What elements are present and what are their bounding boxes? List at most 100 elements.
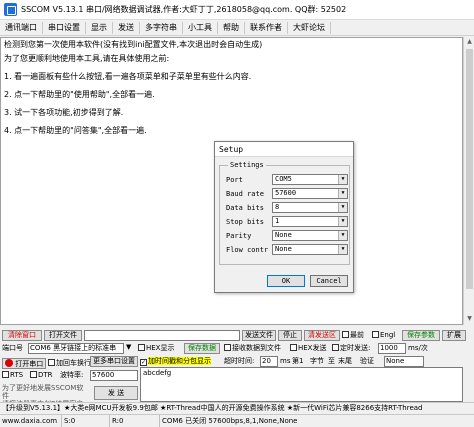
- checkbox[interactable]: [332, 344, 339, 351]
- app-icon: [4, 3, 17, 16]
- baud-label: 波特率:: [60, 371, 84, 379]
- timeout-input[interactable]: 20: [260, 356, 278, 367]
- port-status-led-icon: [5, 359, 13, 367]
- stop-bits-select[interactable]: 1 ▼: [272, 216, 348, 227]
- scroll-down-icon[interactable]: ▼: [466, 315, 473, 324]
- port-dropdown-icon[interactable]: ▼: [126, 343, 131, 352]
- menu-item-serial-settings[interactable]: 串口设置: [43, 21, 86, 34]
- save-params-label: 保存参数: [407, 331, 435, 339]
- menu-item-forum[interactable]: 大虾论坛: [288, 21, 331, 34]
- scroll-thumb[interactable]: [466, 49, 473, 289]
- dtr-checkbox[interactable]: DTR: [30, 371, 53, 380]
- setting-row-stop-bits: Stop bits 1 ▼: [226, 216, 348, 227]
- status-received-count: R:0: [110, 415, 160, 427]
- ok-button[interactable]: OK: [267, 275, 305, 287]
- stop-button[interactable]: 停止: [278, 330, 302, 341]
- timeout-label: 超时时间:: [224, 357, 255, 365]
- checkbox[interactable]: [48, 359, 55, 366]
- dialog-title: Setup: [215, 142, 353, 157]
- send-text-area[interactable]: abcdefg: [140, 367, 463, 402]
- checkbox[interactable]: [290, 344, 297, 351]
- save-params-button[interactable]: 保存参数: [402, 330, 440, 341]
- checkbox[interactable]: [224, 344, 231, 351]
- open-port-button[interactable]: 打开串口: [2, 358, 46, 369]
- checkbox[interactable]: [138, 344, 145, 351]
- add-crlf-checkbox[interactable]: 加回车换行: [48, 359, 91, 368]
- baud-rate-input[interactable]: 57600: [90, 370, 138, 381]
- clear-send-button[interactable]: 清发送区: [304, 330, 340, 341]
- checkbox[interactable]: [2, 371, 9, 378]
- menu-item-comm-port[interactable]: 通讯端口: [0, 21, 43, 34]
- setting-label: Port: [226, 175, 243, 184]
- status-port-info: COM6 已关闭 57600bps,8,1,None,None: [162, 417, 298, 425]
- hex-send-checkbox[interactable]: HEX发送: [290, 344, 326, 353]
- port-select[interactable]: COM5 ▼: [272, 174, 348, 185]
- chevron-down-icon[interactable]: ▼: [338, 189, 347, 198]
- checkbox[interactable]: [342, 331, 349, 338]
- title-bar: SSCOM V5.13.1 串口/网络数据调试器,作者:大虾丁丁,2618058…: [0, 0, 474, 20]
- save-data-label: 保存数据: [188, 344, 216, 352]
- expand-button[interactable]: 扩展: [442, 330, 466, 341]
- menu-item-send[interactable]: 发送: [113, 21, 140, 34]
- menu-item-tools[interactable]: 小工具: [183, 21, 218, 34]
- send-button[interactable]: 发 送: [94, 386, 138, 400]
- recv-to-file-checkbox[interactable]: 接收数据到文件: [224, 344, 281, 353]
- port-number-value: COM6 黑牙链接上的标准串: [30, 344, 117, 352]
- checkbox[interactable]: [30, 371, 37, 378]
- rts-checkbox[interactable]: RTS: [2, 371, 23, 380]
- port-number-select[interactable]: COM6 黑牙链接上的标准串: [28, 343, 124, 354]
- setting-label: Stop bits: [226, 217, 264, 226]
- more-settings-button[interactable]: 更多串口设置: [90, 356, 138, 367]
- checkbox[interactable]: [140, 359, 147, 366]
- parity-select[interactable]: None ▼: [272, 230, 348, 241]
- english-checkbox[interactable]: Engl: [372, 331, 395, 340]
- chevron-down-icon[interactable]: ▼: [338, 203, 347, 212]
- timed-send-checkbox[interactable]: 定时发送:: [332, 344, 370, 353]
- setting-label: Data bits: [226, 203, 264, 212]
- settings-group-label: Settings: [228, 160, 266, 170]
- file-path-input[interactable]: [84, 330, 240, 341]
- scroll-up-icon[interactable]: ▲: [466, 38, 473, 47]
- open-port-label: 打开串口: [15, 360, 44, 368]
- timed-interval-input[interactable]: 1000: [378, 343, 406, 354]
- chevron-down-icon[interactable]: ▼: [338, 245, 347, 254]
- timed-unit-label: ms/次: [408, 344, 428, 352]
- chevron-down-icon[interactable]: ▼: [338, 175, 347, 184]
- promo-banner[interactable]: 【升级到V5.13.1】★大类e网MCU开发板9.9包邮 ★RT-Thread中…: [0, 402, 474, 414]
- receive-scrollbar[interactable]: ▲ ▼: [463, 37, 474, 325]
- menu-item-display[interactable]: 显示: [86, 21, 113, 34]
- save-data-button[interactable]: 保存数据: [184, 343, 220, 354]
- hex-display-checkbox[interactable]: HEX显示: [138, 344, 174, 353]
- verify-select[interactable]: None: [384, 356, 424, 367]
- recv-to-file-label: 接收数据到文件: [232, 344, 281, 352]
- latest-checkbox[interactable]: 最前: [342, 331, 364, 340]
- setting-label: Baud rate: [226, 189, 264, 198]
- flow-control-select-value: None: [275, 245, 292, 253]
- clear-window-button[interactable]: 清除窗口: [2, 330, 42, 341]
- receive-line: 3. 试一下各项功能,初步得到了解.: [4, 108, 124, 117]
- flow-control-select[interactable]: None ▼: [272, 244, 348, 255]
- send-text-value: abcdefg: [143, 369, 172, 377]
- stop-bits-select-value: 1: [275, 217, 280, 225]
- chevron-down-icon[interactable]: ▼: [338, 231, 347, 240]
- send-file-button[interactable]: 发送文件: [242, 330, 276, 341]
- cancel-button[interactable]: Cancel: [310, 275, 348, 287]
- setting-label: Flow contr: [226, 245, 269, 254]
- checkbox[interactable]: [372, 331, 379, 338]
- verify-label: 验证: [360, 357, 374, 365]
- menu-item-contact-author[interactable]: 联系作者: [245, 21, 288, 34]
- status-website[interactable]: www.daxia.com: [0, 415, 62, 427]
- add-timestamp-checkbox[interactable]: 加时间戳和分包显示: [140, 357, 211, 366]
- menu-item-help[interactable]: 帮助: [218, 21, 245, 34]
- menu-item-multi-string[interactable]: 多字符串: [140, 21, 183, 34]
- open-file-button[interactable]: 打开文件: [44, 330, 82, 341]
- timed-send-label: 定时发送:: [340, 344, 371, 352]
- status-sent-count: S:0: [62, 415, 110, 427]
- receive-line: 1. 看一遍面板有些什么按钮,看一遍各项菜单和子菜单里有些什么内容.: [4, 72, 252, 81]
- chevron-down-icon[interactable]: ▼: [338, 217, 347, 226]
- data-bits-select[interactable]: 8 ▼: [272, 202, 348, 213]
- to-label: 至: [328, 357, 335, 365]
- baud-rate-select[interactable]: 57600 ▼: [272, 188, 348, 199]
- latest-label: 最前: [350, 331, 364, 339]
- port-label: 端口号: [2, 344, 23, 352]
